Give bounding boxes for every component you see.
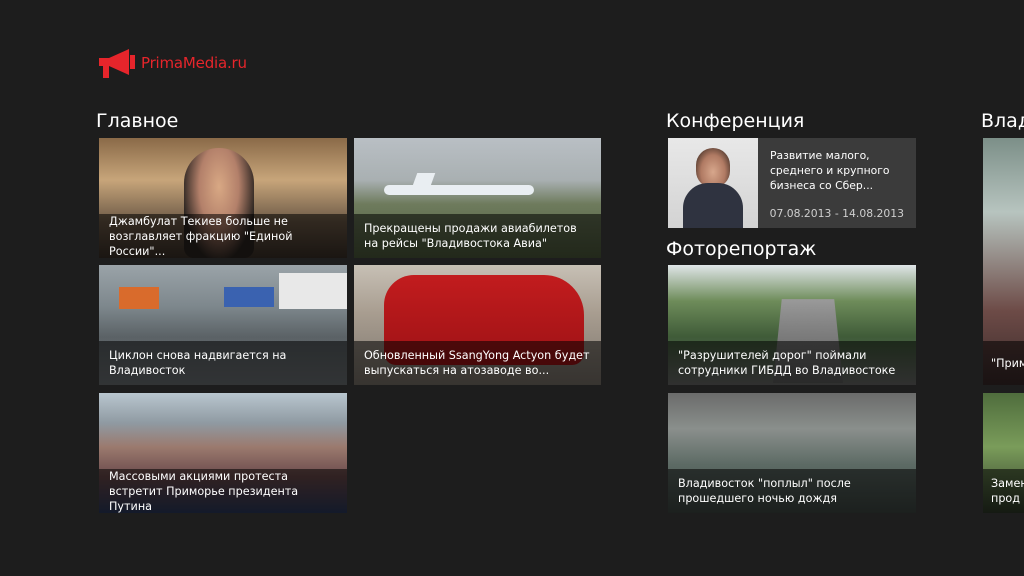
conference-photo xyxy=(668,138,758,228)
news-caption: Джамбулат Текиев больше не возглавляет ф… xyxy=(99,214,347,258)
news-caption: Циклон снова надвигается на Владивосток xyxy=(99,341,347,385)
conference-title: Развитие малого, среднего и крупного биз… xyxy=(770,149,890,192)
news-tile[interactable]: Обновленный SsangYong Actyon будет выпус… xyxy=(354,265,601,385)
section-title-photo[interactable]: Фоторепортаж xyxy=(666,238,816,260)
news-caption: "Разрушителей дорог" поймали сотрудники … xyxy=(668,341,916,385)
news-caption: Владивосток "поплыл" после прошедшего но… xyxy=(668,469,916,513)
news-caption: Замен прод xyxy=(983,469,1024,513)
third-tile[interactable]: "Прим xyxy=(983,138,1024,385)
news-caption: Обновленный SsangYong Actyon будет выпус… xyxy=(354,341,601,385)
airplane-shape xyxy=(374,173,544,203)
news-tile[interactable]: Циклон снова надвигается на Владивосток xyxy=(99,265,347,385)
news-caption: "Прим xyxy=(983,341,1024,385)
news-tile[interactable]: Прекращены продажи авиабилетов на рейсы … xyxy=(354,138,601,258)
truck-shape xyxy=(119,287,159,309)
conference-dates: 07.08.2013 - 14.08.2013 xyxy=(769,207,904,220)
bus-shape xyxy=(224,287,274,307)
news-tile[interactable]: Джамбулат Текиев больше не возглавляет ф… xyxy=(99,138,347,258)
news-tile[interactable]: Массовыми акциями протеста встретит Прим… xyxy=(99,393,347,513)
megaphone-icon xyxy=(99,49,135,78)
news-caption: Массовыми акциями протеста встретит Прим… xyxy=(99,469,347,513)
conference-item[interactable]: Развитие малого, среднего и крупного биз… xyxy=(668,138,916,228)
section-title-third[interactable]: Влади xyxy=(981,110,1024,132)
section-title-conference[interactable]: Конференция xyxy=(666,110,804,132)
photo-tile[interactable]: "Разрушителей дорог" поймали сотрудники … xyxy=(668,265,916,385)
third-tile[interactable]: Замен прод xyxy=(983,393,1024,513)
news-caption: Прекращены продажи авиабилетов на рейсы … xyxy=(354,214,601,258)
kiosk-shape xyxy=(279,273,347,309)
logo-text: PrimaMedia.ru xyxy=(141,54,247,72)
section-title-main[interactable]: Главное xyxy=(96,110,178,132)
app-logo[interactable]: PrimaMedia.ru xyxy=(95,46,247,80)
photo-tile[interactable]: Владивосток "поплыл" после прошедшего но… xyxy=(668,393,916,513)
